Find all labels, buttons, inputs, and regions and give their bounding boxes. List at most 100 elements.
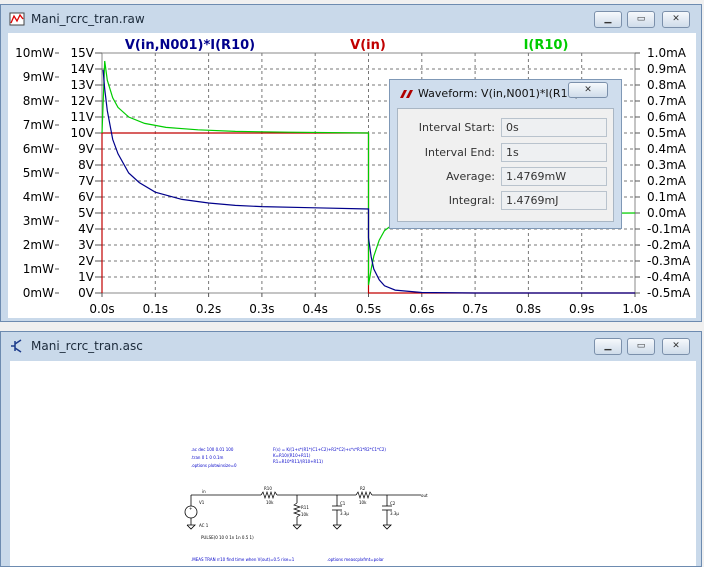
current-tick-label: 0.9mA: [647, 62, 687, 76]
x-tick-label: 0.4s: [303, 302, 328, 316]
schematic-maximize-button[interactable]: ▭: [627, 338, 655, 355]
schematic-canvas[interactable]: .ac dec 100 0.01 100 .tran 0 1 0 0.1m .o…: [10, 361, 696, 566]
r2-value: 10k: [359, 500, 367, 505]
power-tick-label: 9mW: [23, 70, 54, 84]
directive-meas[interactable]: .MEAS TRAN rr10 find time when V(out)=0.…: [191, 557, 295, 562]
measure-dialog-title: Waveform: V(in,N001)*I(R10): [418, 87, 579, 100]
current-tick-label: 0.1mA: [647, 190, 687, 204]
current-tick-label: -0.2mA: [647, 238, 691, 252]
voltage-tick-label: 1V: [78, 270, 95, 284]
current-tick-label: 0.5mA: [647, 126, 687, 140]
c1-label: C1: [340, 501, 346, 506]
interval-end-label: Interval End:: [424, 146, 495, 159]
comment-r1[interactable]: R1=R10*R11/(R10+R11): [273, 459, 323, 464]
power-tick-label: 0mW: [23, 286, 54, 300]
capacitor-c1-symbol[interactable]: [332, 505, 342, 511]
x-tick-label: 0.5s: [356, 302, 381, 316]
measure-dialog-body: Interval Start: 0s Interval End: 1s Aver…: [397, 108, 614, 222]
current-tick-label: 0.8mA: [647, 78, 687, 92]
current-tick-label: 0.4mA: [647, 142, 687, 156]
comment-transfer-function[interactable]: F(s) = K/(1+s*(R1*(C1+C2)+R2*C2)+s*s*R1*…: [273, 447, 386, 452]
measure-row-integral: Integral: 1.4769mJ: [398, 191, 613, 211]
directive-ac[interactable]: .ac dec 100 0.01 100: [191, 447, 234, 452]
resistor-r2-symbol[interactable]: [355, 490, 373, 500]
directive-options[interactable]: .options plotwinsize=0: [191, 463, 237, 468]
average-value: 1.4769mW: [501, 167, 607, 186]
v1-ac-label: AC 1: [199, 523, 209, 528]
average-label: Average:: [446, 170, 495, 183]
waveform-close-button[interactable]: ✕: [662, 11, 690, 28]
voltage-tick-label: 8V: [78, 158, 95, 172]
waveform-minimize-button[interactable]: ▁: [594, 11, 622, 28]
waveform-measure-dialog: Waveform: V(in,N001)*I(R10) ✕ Interval S…: [389, 79, 622, 229]
voltage-tick-label: 9V: [78, 142, 95, 156]
waveform-maximize-button[interactable]: ▭: [627, 11, 655, 28]
x-tick-label: 0.1s: [143, 302, 168, 316]
legend-vin-trace[interactable]: V(in): [350, 38, 386, 53]
schematic-titlebar[interactable]: Mani_rcrc_tran.asc ▁ ▭ ✕: [1, 332, 701, 360]
v1-label: V1: [199, 500, 205, 505]
resistor-r10-symbol[interactable]: [260, 490, 278, 500]
schematic-app-icon: [11, 339, 22, 353]
ground-icons: [186, 524, 392, 530]
schematic-drawing[interactable]: .ac dec 100 0.01 100 .tran 0 1 0 0.1m .o…: [10, 361, 696, 566]
x-tick-label: 1.0s: [622, 302, 647, 316]
svg-text:+: +: [189, 506, 192, 511]
measure-dialog-close-button[interactable]: ✕: [568, 82, 608, 98]
voltage-tick-label: 4V: [78, 222, 95, 236]
power-tick-label: 7mW: [23, 118, 54, 132]
net-label-out[interactable]: out: [421, 493, 428, 498]
voltage-tick-label: 15V: [71, 46, 95, 60]
schematic-close-button[interactable]: ✕: [662, 338, 690, 355]
interval-start-label: Interval Start:: [418, 121, 495, 134]
schematic-window-title: Mani_rcrc_tran.asc: [31, 339, 143, 353]
current-tick-label: 0.2mA: [647, 174, 687, 188]
voltage-tick-label: 11V: [71, 110, 95, 124]
r10-value: 10k: [266, 500, 274, 505]
waveform-app-icon: [9, 12, 25, 26]
x-tick-label: 0.9s: [569, 302, 594, 316]
current-tick-label: 1.0mA: [647, 46, 687, 60]
capacitor-c2-symbol[interactable]: [382, 505, 392, 511]
power-tick-label: 4mW: [23, 190, 54, 204]
voltage-tick-label: 2V: [78, 254, 95, 268]
resistor-r11-symbol[interactable]: [292, 502, 302, 518]
interval-end-value: 1s: [501, 143, 607, 162]
directive-meas-options[interactable]: .options meascplxfmt=polar: [327, 557, 384, 562]
power-tick-label: 8mW: [23, 94, 54, 108]
schematic-window: Mani_rcrc_tran.asc ▁ ▭ ✕ .ac dec 100 0.0…: [0, 331, 702, 567]
voltage-tick-label: 7V: [78, 174, 95, 188]
c2-value: 3.3µ: [390, 511, 399, 516]
integral-label: Integral:: [448, 194, 495, 207]
current-tick-label: -0.4mA: [647, 270, 691, 284]
waveform-titlebar[interactable]: Mani_rcrc_tran.raw ▁ ▭ ✕: [1, 5, 701, 33]
x-tick-label: 0.2s: [196, 302, 221, 316]
schematic-minimize-button[interactable]: ▁: [594, 338, 622, 355]
r2-label: R2: [360, 486, 366, 491]
directive-tran[interactable]: .tran 0 1 0 0.1m: [191, 455, 224, 460]
current-tick-label: 0.0mA: [647, 206, 687, 220]
r10-label: R10: [264, 486, 272, 491]
current-tick-label: 0.3mA: [647, 158, 687, 172]
power-tick-label: 10mW: [15, 46, 54, 60]
power-tick-label: 3mW: [23, 214, 54, 228]
waveform-window-title: Mani_rcrc_tran.raw: [31, 12, 145, 26]
v1-pulse-label: PULSE(0 10 0 1n 1n 0.5 1): [201, 535, 254, 540]
voltage-tick-label: 3V: [78, 238, 95, 252]
current-tick-label: -0.3mA: [647, 254, 691, 268]
power-tick-label: 5mW: [23, 166, 54, 180]
x-tick-label: 0.6s: [409, 302, 434, 316]
net-label-in[interactable]: in: [202, 489, 206, 494]
measure-row-interval-start: Interval Start: 0s: [398, 118, 613, 138]
measure-row-interval-end: Interval End: 1s: [398, 143, 613, 163]
c2-label: C2: [390, 501, 396, 506]
legend-ir10-trace[interactable]: I(R10): [524, 38, 569, 53]
legend-power-trace[interactable]: V(in,N001)*I(R10): [125, 38, 255, 53]
power-tick-label: 1mW: [23, 262, 54, 276]
current-tick-label: 0.7mA: [647, 94, 687, 108]
integral-value: 1.4769mJ: [501, 191, 607, 210]
comment-k[interactable]: K=R10/(R10+R11): [273, 453, 311, 458]
x-tick-label: 0.0s: [89, 302, 114, 316]
power-tick-label: 6mW: [23, 142, 54, 156]
measure-row-average: Average: 1.4769mW: [398, 167, 613, 187]
